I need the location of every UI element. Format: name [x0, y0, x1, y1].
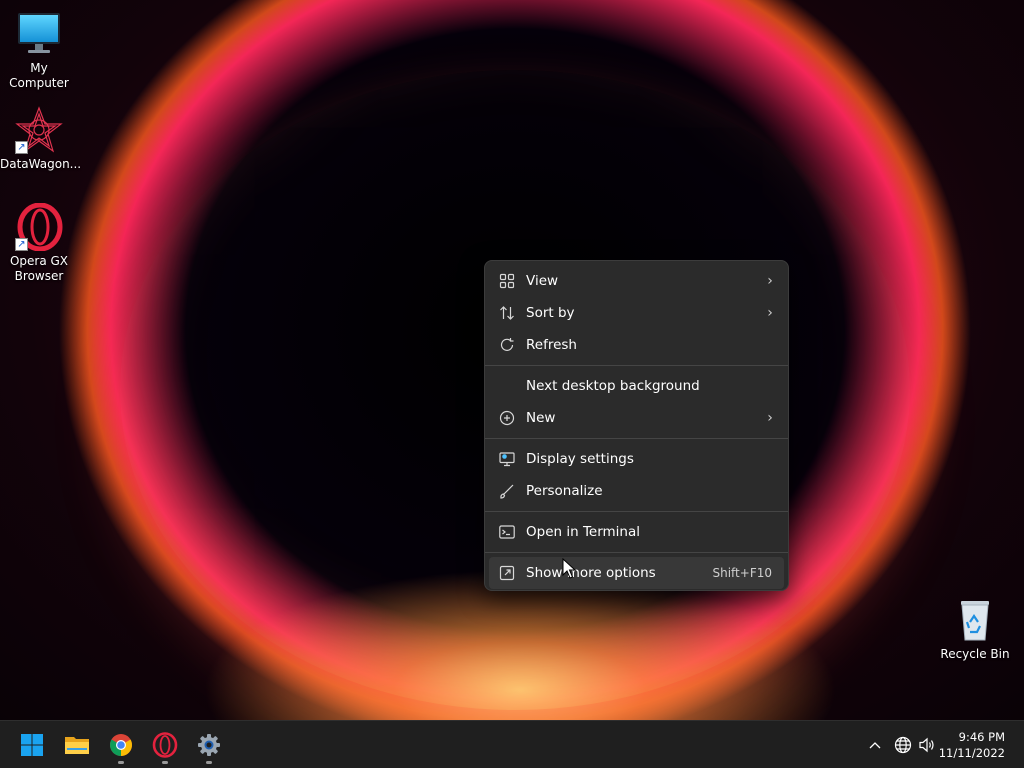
refresh-icon — [489, 329, 523, 361]
folder-icon — [65, 737, 89, 754]
sort-icon — [489, 297, 523, 329]
monitor-icon — [15, 10, 63, 58]
show-hidden-icons-chevron[interactable] — [864, 721, 886, 768]
desktop-icon-datawagon[interactable]: ↗ DataWagon... — [0, 106, 82, 172]
start-button[interactable] — [12, 725, 52, 765]
opera-gx-icon: ↗ — [15, 202, 63, 252]
menu-item-new[interactable]: New › — [489, 402, 784, 434]
taskbar-settings[interactable] — [189, 725, 229, 765]
menu-separator — [485, 552, 788, 553]
chevron-right-icon: › — [767, 305, 773, 321]
menu-item-refresh[interactable]: Refresh — [489, 329, 784, 361]
menu-item-label: Refresh — [526, 337, 577, 353]
menu-item-label: Show more options — [526, 565, 656, 581]
desktop-icon-my-computer[interactable]: My Computer — [0, 10, 78, 91]
taskbar-file-explorer[interactable] — [57, 725, 97, 765]
settings-gear-icon — [198, 734, 220, 756]
terminal-icon — [489, 516, 523, 548]
desktop-icon-label: DataWagon... — [0, 157, 82, 171]
menu-item-label: View — [526, 273, 559, 289]
menu-item-next-desktop-background[interactable]: Next desktop background — [489, 370, 784, 402]
network-globe-icon[interactable] — [892, 721, 914, 768]
menu-item-label: Open in Terminal — [526, 524, 640, 540]
plus-circle-icon — [489, 402, 523, 434]
shortcut-arrow-icon: ↗ — [15, 238, 28, 251]
menu-item-label: New — [526, 410, 556, 426]
taskbar-opera-gx[interactable] — [145, 725, 185, 765]
menu-separator — [485, 438, 788, 439]
menu-item-show-more-options[interactable]: Show more options Shift+F10 — [489, 557, 784, 589]
menu-item-view[interactable]: View › — [489, 265, 784, 297]
desktop-icon-opera-gx[interactable]: ↗ Opera GX Browser — [0, 202, 78, 284]
chevron-right-icon: › — [767, 273, 773, 289]
mouse-cursor-icon — [562, 558, 576, 579]
menu-item-personalize[interactable]: Personalize — [489, 475, 784, 507]
keyboard-shortcut: Shift+F10 — [712, 566, 772, 580]
desktop-icon-label: Recycle Bin — [940, 647, 1010, 661]
desktop-icon-label: My Computer — [9, 61, 69, 90]
taskbar-chrome[interactable] — [101, 725, 141, 765]
menu-item-label: Personalize — [526, 483, 603, 499]
running-indicator — [206, 761, 212, 764]
chevron-up-icon — [869, 742, 881, 749]
menu-separator — [485, 511, 788, 512]
menu-item-display-settings[interactable]: Display settings — [489, 443, 784, 475]
running-indicator — [118, 761, 124, 764]
grid-icon — [489, 265, 523, 297]
windows-start-icon — [21, 734, 43, 756]
desktop-icon-label: Opera GX Browser — [9, 254, 69, 283]
desktop-background[interactable]: My Computer ↗ DataWagon... ↗ Opera GX Br… — [0, 0, 1024, 720]
chrome-icon — [110, 734, 132, 756]
menu-item-label: Sort by — [526, 305, 575, 321]
shortcut-arrow-icon: ↗ — [15, 141, 28, 154]
menu-item-label: Next desktop background — [526, 378, 700, 394]
clock-time: 9:46 PM — [958, 730, 1005, 744]
display-settings-icon — [489, 443, 523, 475]
expand-icon — [489, 557, 523, 589]
datawagon-logo-icon: ↗ — [15, 106, 63, 154]
taskbar-clock[interactable]: 9:46 PM 11/11/2022 — [935, 729, 1005, 761]
clock-date: 11/11/2022 — [938, 746, 1005, 760]
menu-item-sort-by[interactable]: Sort by › — [489, 297, 784, 329]
chevron-right-icon: › — [767, 410, 773, 426]
desktop-icon-recycle-bin[interactable]: Recycle Bin — [936, 596, 1014, 662]
recycle-bin-icon — [951, 596, 999, 644]
menu-item-open-in-terminal[interactable]: Open in Terminal — [489, 516, 784, 548]
running-indicator — [162, 761, 168, 764]
opera-gx-icon — [152, 732, 178, 758]
taskbar: 9:46 PM 11/11/2022 — [0, 720, 1024, 768]
desktop-context-menu: View › Sort by › Refresh Next desktop ba… — [484, 260, 789, 591]
menu-item-label: Display settings — [526, 451, 634, 467]
brush-icon — [489, 475, 523, 507]
menu-separator — [485, 365, 788, 366]
